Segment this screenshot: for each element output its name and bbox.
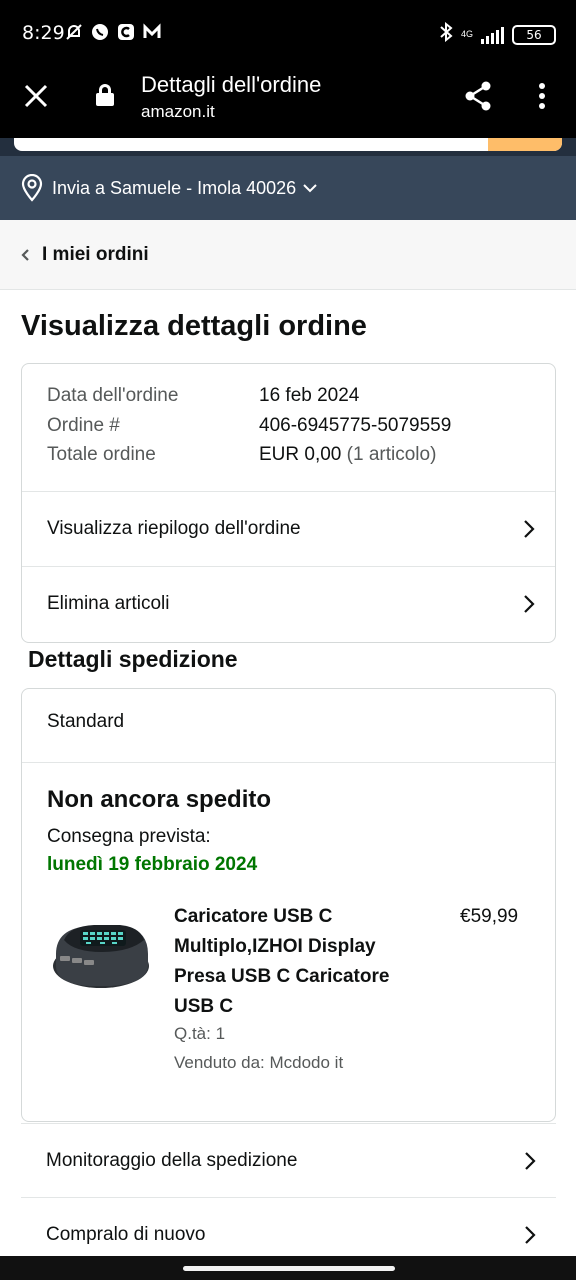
order-total-label: Totale ordine: [47, 444, 156, 465]
bluetooth-icon: [439, 21, 453, 47]
divider: [22, 762, 555, 763]
order-date-value: 16 feb 2024: [259, 385, 360, 406]
order-total-items: (1 articolo): [346, 444, 437, 465]
shipping-card: Standard Non ancora spedito Consegna pre…: [21, 688, 556, 1122]
order-total-amount: EUR 0,00: [259, 444, 342, 465]
order-summary-label: Visualizza riepilogo dell'ordine: [47, 518, 301, 539]
whatsapp-icon: [90, 22, 110, 42]
deliver-to-bar[interactable]: Invia a Samuele - Imola 40026: [0, 156, 576, 220]
delivery-label: Consegna prevista:: [47, 826, 211, 847]
network-type: 4G: [460, 29, 473, 39]
status-time: 8:29: [22, 22, 65, 44]
close-button[interactable]: [20, 82, 52, 114]
product-quantity: Q.tà: 1: [174, 1024, 226, 1043]
delivery-date: lunedì 19 febbraio 2024: [47, 854, 258, 875]
app-c-icon: [116, 22, 136, 42]
order-summary-link[interactable]: Visualizza riepilogo dell'ordine: [22, 492, 555, 566]
product-image[interactable]: [50, 914, 152, 994]
product-name-link[interactable]: Caricatore USB C Multiplo,IZHOI Display …: [174, 902, 404, 1022]
delete-items-link[interactable]: Elimina articoli: [22, 567, 555, 641]
buy-again-label: Compralo di nuovo: [46, 1223, 206, 1245]
browser-toolbar: Dettagli dell'ordine amazon.it: [0, 68, 576, 138]
lock-icon: [96, 84, 114, 106]
order-date-label: Data dell'ordine: [47, 385, 179, 406]
track-shipment-link[interactable]: Monitoraggio della spedizione: [21, 1123, 556, 1197]
notification-icons: [64, 22, 162, 42]
signal-icon: [481, 26, 504, 44]
shipping-status: Non ancora spedito: [47, 786, 272, 813]
system-nav-bar: [0, 1256, 576, 1280]
order-number-label: Ordine #: [47, 415, 120, 436]
app-m-icon: [142, 22, 162, 42]
close-icon: [24, 84, 48, 108]
breadcrumb-label: I miei ordini: [42, 243, 149, 265]
search-button[interactable]: [488, 138, 562, 151]
order-total-value: EUR 0,00 (1 articolo): [259, 444, 436, 466]
order-info-card: Data dell'ordine 16 feb 2024 Ordine # 40…: [21, 363, 556, 643]
page-title: Visualizza dettagli ordine: [21, 310, 367, 342]
location-pin-icon: [21, 174, 43, 202]
order-number-value: 406-6945775-5079559: [259, 415, 452, 436]
delete-items-label: Elimina articoli: [47, 593, 170, 614]
shipping-type: Standard: [47, 711, 125, 732]
status-right: 4G 56: [439, 21, 556, 47]
battery-icon: 56: [512, 24, 556, 45]
share-icon: [465, 81, 491, 111]
status-bar: 8:29 4G 56: [0, 0, 576, 68]
chevron-right-icon: [525, 1151, 536, 1170]
shipping-section-title: Dettagli spedizione: [28, 646, 238, 672]
chevron-right-icon: [524, 595, 535, 613]
browser-title: Dettagli dell'ordine: [141, 72, 322, 97]
more-options-button[interactable]: [528, 80, 556, 112]
mute-bell-icon: [64, 22, 84, 42]
chevron-right-icon: [525, 1225, 536, 1244]
chevron-right-icon: [524, 520, 535, 538]
product-seller: Venduto da: Mcdodo it: [174, 1053, 344, 1072]
product-price: €59,99: [460, 906, 519, 927]
chevron-down-icon: [303, 184, 317, 193]
chevron-left-icon: [21, 248, 29, 261]
browser-url: amazon.it: [141, 102, 215, 121]
track-shipment-label: Monitoraggio della spedizione: [46, 1149, 298, 1171]
breadcrumb[interactable]: I miei ordini: [0, 220, 576, 290]
deliver-to-text: Invia a Samuele - Imola 40026: [52, 177, 297, 198]
search-bar[interactable]: [14, 138, 562, 151]
share-button[interactable]: [462, 80, 494, 112]
home-gesture-handle[interactable]: [183, 1266, 395, 1271]
